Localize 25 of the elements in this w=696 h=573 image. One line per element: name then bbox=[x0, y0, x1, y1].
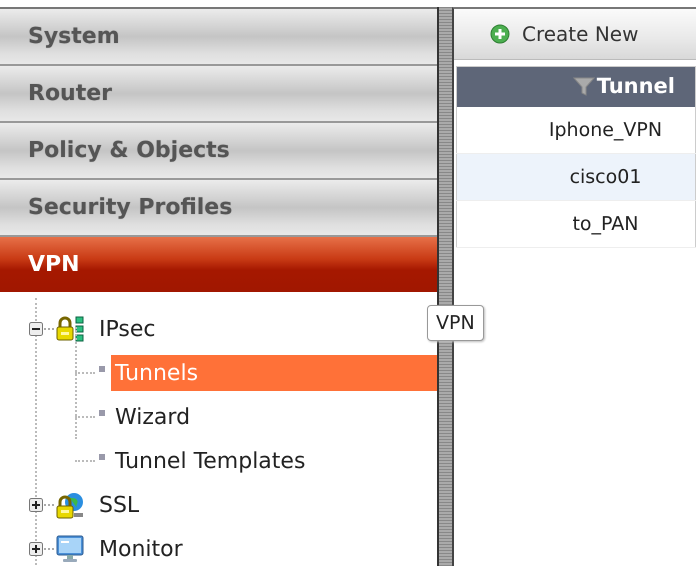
tree-item[interactable]: IPsec bbox=[95, 312, 160, 346]
add-icon bbox=[490, 24, 510, 44]
bullet-icon bbox=[99, 454, 105, 460]
filter-icon[interactable] bbox=[572, 76, 595, 96]
nav-section[interactable]: Security Profiles bbox=[0, 180, 437, 237]
nav-section[interactable]: Router bbox=[0, 66, 437, 123]
bullet-icon bbox=[99, 410, 105, 416]
table-cell: to_PAN bbox=[456, 200, 696, 248]
tree-item[interactable]: SSL bbox=[95, 488, 144, 522]
tooltip: VPN bbox=[427, 305, 484, 341]
column-header[interactable]: Tunnel bbox=[456, 66, 696, 107]
table-cell: cisco01 bbox=[456, 154, 696, 200]
expand-icon[interactable] bbox=[29, 498, 43, 512]
tree-item[interactable]: Tunnel Templates bbox=[111, 444, 310, 478]
tree-item[interactable]: Wizard bbox=[111, 400, 194, 434]
nav-section[interactable]: System bbox=[0, 9, 437, 66]
bullet-icon bbox=[99, 366, 105, 372]
nav-section[interactable]: VPN bbox=[0, 237, 437, 292]
lock-globe-icon bbox=[55, 491, 85, 519]
expand-icon[interactable] bbox=[29, 542, 43, 556]
nav-section[interactable]: Policy & Objects bbox=[0, 123, 437, 180]
monitor-icon bbox=[55, 535, 85, 563]
lock-network-icon bbox=[55, 315, 85, 343]
collapse-icon[interactable] bbox=[29, 322, 43, 336]
tree-item[interactable]: Monitor bbox=[95, 532, 187, 566]
